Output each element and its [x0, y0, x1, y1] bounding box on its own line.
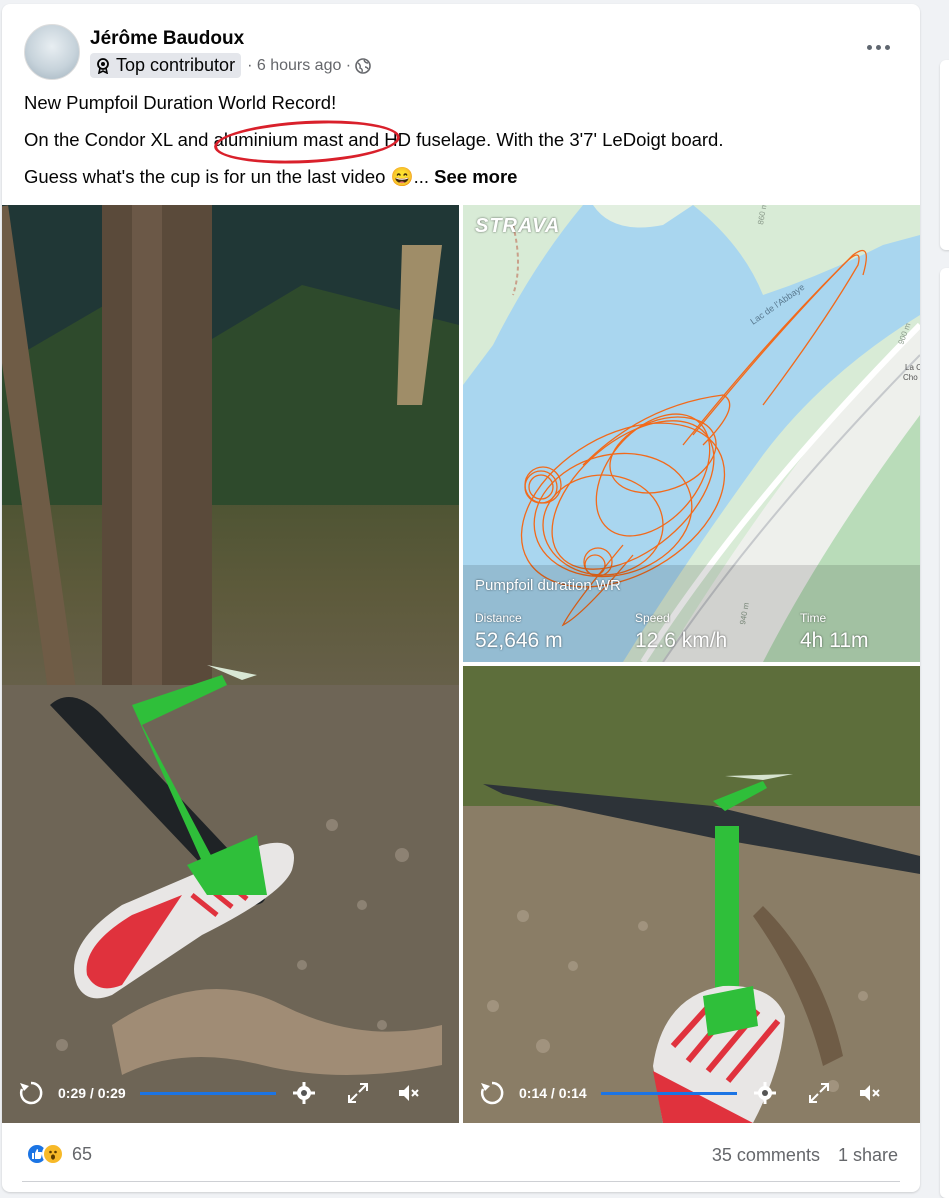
distance-label: Distance [475, 611, 522, 625]
adjacent-card [940, 268, 949, 1198]
progress-fill [139, 1091, 276, 1095]
video-left[interactable]: 0:29 / 0:29 [2, 205, 459, 1123]
fullscreen-icon[interactable] [807, 1081, 831, 1105]
progress-bar[interactable] [600, 1091, 737, 1095]
foil-board-scene [463, 666, 920, 1123]
post-stats: 35 comments 1 share [712, 1145, 898, 1166]
strava-map[interactable]: Lac de l'Abbaye 860 m 900 m 940 m La C C… [463, 205, 920, 662]
replay-icon[interactable] [479, 1080, 505, 1106]
video-time: 0:29 / 0:29 [58, 1085, 126, 1101]
reactions[interactable]: 65 [26, 1143, 92, 1165]
wow-reaction-icon [42, 1143, 64, 1165]
post-card: Jérôme Baudoux Top contributor · 6 hours… [2, 4, 920, 1192]
adjacent-card [940, 60, 949, 250]
speed-value: 12.6 km/h [635, 629, 728, 652]
mute-icon[interactable] [396, 1081, 420, 1105]
reaction-count: 65 [72, 1143, 93, 1164]
post-footer: 65 35 comments 1 share [2, 1129, 920, 1189]
progress-fill [600, 1091, 737, 1095]
see-more-link[interactable]: See more [434, 166, 517, 187]
more-options-icon[interactable] [862, 34, 894, 60]
forest-board-scene [2, 205, 459, 1123]
red-circle-annotation [213, 116, 401, 168]
avatar[interactable] [24, 24, 80, 80]
settings-gear-icon[interactable] [292, 1081, 316, 1105]
post-meta: Top contributor · 6 hours ago · [90, 53, 371, 78]
video-right[interactable]: 0:14 / 0:14 [463, 666, 920, 1123]
activity-name: Pumpfoil duration WR [475, 577, 621, 594]
distance-value: 52,646 m [475, 629, 563, 652]
comments-link[interactable]: 35 comments [712, 1145, 820, 1166]
post-time[interactable]: · 6 hours ago · [247, 57, 351, 75]
author-name[interactable]: Jérôme Baudoux [90, 28, 244, 50]
video-controls: 0:14 / 0:14 [463, 1063, 920, 1123]
progress-bar[interactable] [139, 1091, 276, 1095]
time-value: 4h 11m [800, 629, 869, 652]
time-label: Time [800, 611, 827, 625]
settings-gear-icon[interactable] [753, 1081, 777, 1105]
post-text-line: Guess what's the cup is for un the last … [24, 166, 517, 188]
mute-icon[interactable] [857, 1081, 881, 1105]
place-label: La C [905, 363, 920, 372]
fullscreen-icon[interactable] [346, 1081, 370, 1105]
speed-label: Speed [635, 611, 670, 625]
video-controls: 0:29 / 0:29 [2, 1063, 459, 1123]
top-contributor-badge[interactable]: Top contributor [90, 53, 242, 78]
divider [22, 1181, 900, 1182]
badge-icon [97, 57, 109, 74]
post-text-line: New Pumpfoil Duration World Record! [24, 92, 337, 113]
place-label: Cho [903, 373, 918, 382]
post-text: Guess what's the cup is for un the last … [24, 166, 429, 187]
shares-link[interactable]: 1 share [838, 1145, 898, 1166]
replay-icon[interactable] [18, 1080, 44, 1106]
globe-icon [355, 57, 371, 74]
badge-label: Top contributor [116, 55, 236, 75]
strava-logo: STRAVA [475, 215, 561, 237]
video-time: 0:14 / 0:14 [519, 1085, 587, 1101]
